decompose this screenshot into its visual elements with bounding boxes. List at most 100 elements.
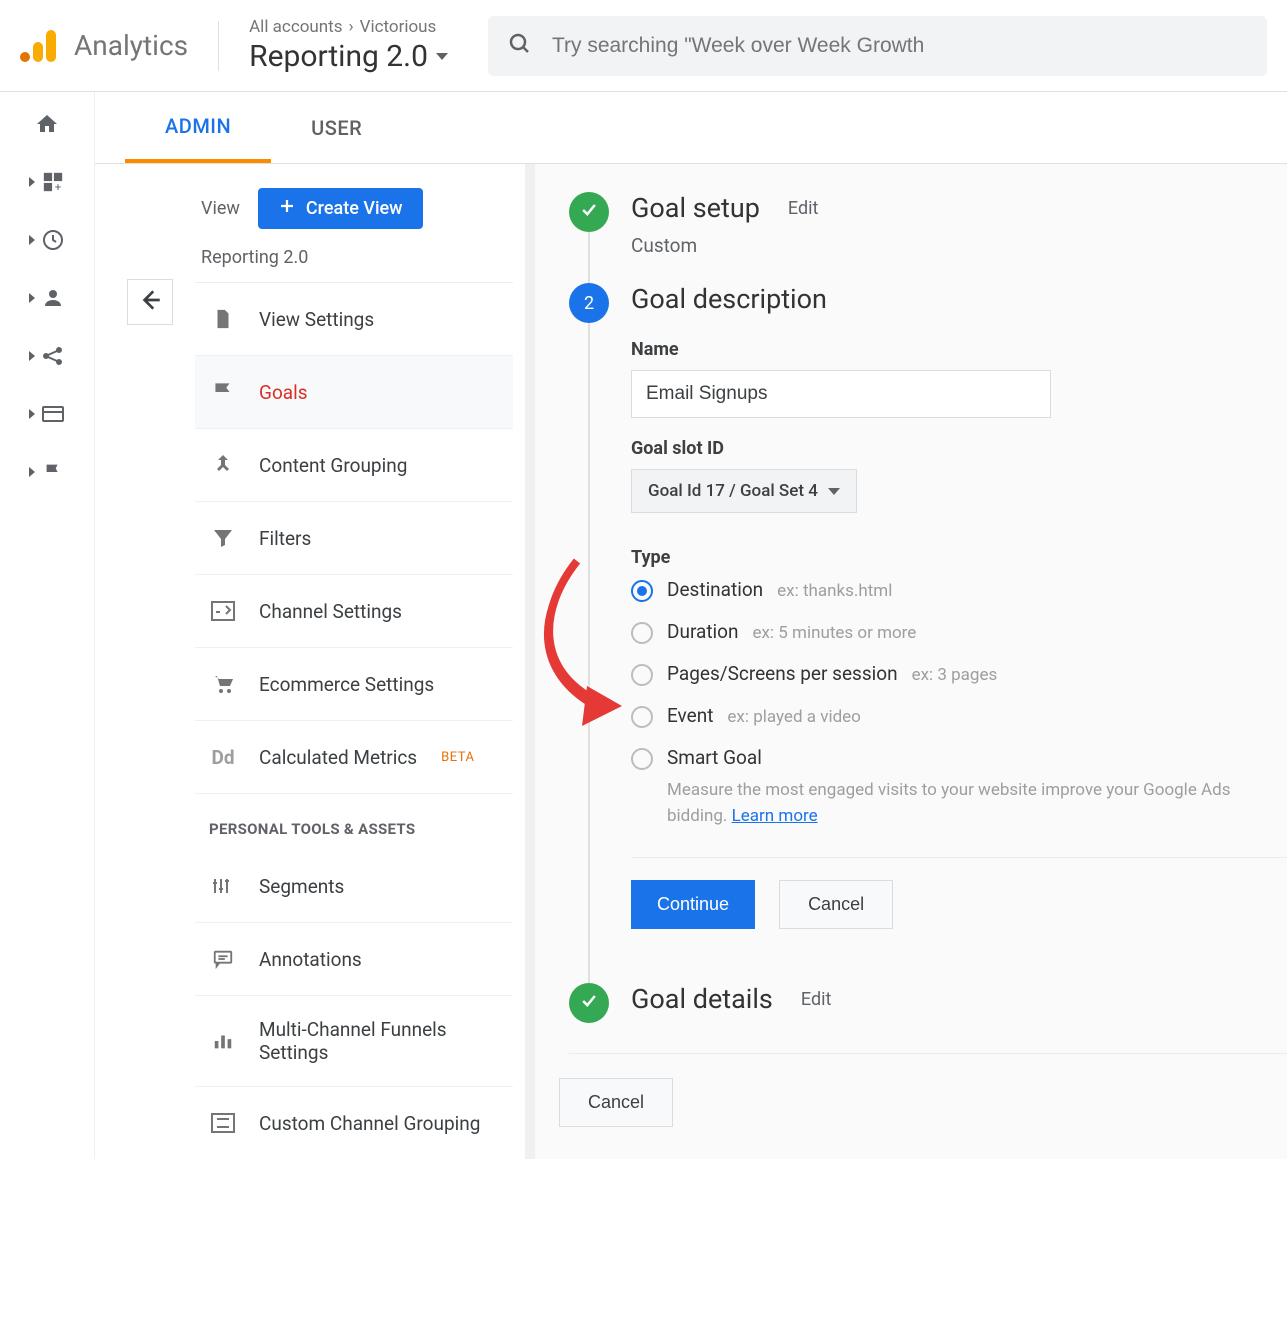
- name-field-label: Name: [631, 339, 1287, 360]
- breadcrumb-child: Victorious: [360, 17, 437, 37]
- menu-segments[interactable]: Segments: [195, 850, 513, 923]
- nav-audience[interactable]: [0, 286, 94, 310]
- chevron-right-icon: ›: [349, 17, 354, 37]
- menu-label: Annotations: [259, 948, 362, 971]
- search-bar[interactable]: [488, 16, 1267, 76]
- expand-icon: [29, 235, 35, 245]
- breadcrumb: All accounts › Victorious: [249, 17, 448, 37]
- menu-label: Filters: [259, 527, 311, 550]
- header-divider: [218, 21, 219, 71]
- radio-label: Event: [667, 704, 713, 727]
- segments-icon: [209, 872, 237, 900]
- step1-edit-link[interactable]: Edit: [788, 198, 818, 219]
- comment-icon: [209, 945, 237, 973]
- nav-realtime[interactable]: [0, 228, 94, 252]
- radio-icon: [631, 748, 653, 770]
- view-title: Reporting 2.0: [249, 39, 428, 74]
- step-goal-details: Goal details Edit: [569, 983, 1287, 1023]
- type-smart-goal[interactable]: Smart Goal: [631, 746, 1287, 770]
- menu-filters[interactable]: Filters: [195, 502, 513, 575]
- expand-icon: [29, 351, 35, 361]
- analytics-logo-icon: [20, 26, 60, 66]
- logo-block: Analytics: [20, 26, 188, 66]
- menu-custom-channel-grouping[interactable]: Custom Channel Grouping: [195, 1087, 513, 1159]
- type-event[interactable]: Event ex: played a video: [631, 704, 1287, 728]
- expand-icon: [29, 293, 35, 303]
- goal-name-input[interactable]: [631, 370, 1051, 418]
- view-settings-column: View Create View Reporting 2.0 View Sett…: [95, 164, 535, 1159]
- account-selector[interactable]: All accounts › Victorious Reporting 2.0: [249, 17, 448, 74]
- cart-icon: [209, 670, 237, 698]
- menu-channel-settings[interactable]: Channel Settings: [195, 575, 513, 648]
- goal-slot-select[interactable]: Goal Id 17 / Goal Set 4: [631, 469, 857, 513]
- flag-icon: [41, 460, 65, 484]
- learn-more-link[interactable]: Learn more: [732, 806, 818, 826]
- nav-conversions[interactable]: [0, 460, 94, 484]
- type-duration[interactable]: Duration ex: 5 minutes or more: [631, 620, 1287, 644]
- annotation-arrow: [527, 551, 637, 735]
- menu-annotations[interactable]: Annotations: [195, 923, 513, 996]
- funnel-icon: [209, 524, 237, 552]
- tab-admin[interactable]: ADMIN: [125, 92, 271, 163]
- smart-goal-description: Measure the most engaged visits to your …: [667, 778, 1287, 829]
- menu-label: Channel Settings: [259, 600, 402, 623]
- type-pages[interactable]: Pages/Screens per session ex: 3 pages: [631, 662, 1287, 686]
- step1-subtitle: Custom: [631, 234, 818, 257]
- dashboard-icon: +: [41, 170, 65, 194]
- menu-label: Custom Channel Grouping: [259, 1112, 480, 1135]
- cancel-step-button[interactable]: Cancel: [779, 880, 893, 929]
- continue-button[interactable]: Continue: [631, 880, 755, 929]
- share-icon: [41, 344, 65, 368]
- home-icon: [35, 112, 59, 136]
- dd-icon: Dd: [209, 743, 237, 771]
- radio-icon: [631, 664, 653, 686]
- menu-label: View Settings: [259, 308, 374, 331]
- nav-behavior[interactable]: [0, 402, 94, 426]
- menu-calculated-metrics[interactable]: Dd Calculated Metrics BETA: [195, 721, 513, 794]
- cancel-button[interactable]: Cancel: [559, 1078, 673, 1127]
- left-nav-rail: +: [0, 92, 95, 1159]
- breadcrumb-parent: All accounts: [249, 17, 342, 37]
- menu-label: Multi-Channel Funnels Settings: [259, 1018, 479, 1064]
- tab-user[interactable]: USER: [271, 92, 402, 163]
- menu-label: Ecommerce Settings: [259, 673, 434, 696]
- back-button[interactable]: [127, 279, 173, 325]
- search-input[interactable]: [552, 34, 1247, 58]
- expand-icon: [29, 409, 35, 419]
- radio-hint: ex: 3 pages: [912, 665, 998, 685]
- radio-icon: [631, 580, 653, 602]
- menu-label: Goals: [259, 381, 308, 404]
- menu-label: Calculated Metrics: [259, 746, 417, 769]
- menu-mcf-settings[interactable]: Multi-Channel Funnels Settings: [195, 996, 513, 1087]
- channel-grouping-icon: [209, 1109, 237, 1137]
- step-done-badge: [569, 192, 609, 232]
- create-view-button[interactable]: Create View: [258, 188, 423, 229]
- step-goal-description: 2 Goal description Name Goal slot ID Goa…: [569, 283, 1287, 977]
- nav-acquisition[interactable]: [0, 344, 94, 368]
- step3-title: Goal details: [631, 983, 773, 1015]
- menu-goals[interactable]: Goals: [195, 356, 513, 429]
- expand-icon: [29, 177, 35, 187]
- menu-view-settings[interactable]: View Settings: [195, 283, 513, 356]
- type-destination[interactable]: Destination ex: thanks.html: [631, 578, 1287, 602]
- step3-edit-link[interactable]: Edit: [801, 989, 831, 1010]
- channel-icon: [209, 597, 237, 625]
- clock-icon: [41, 228, 65, 252]
- slot-field-label: Goal slot ID: [631, 438, 1287, 459]
- card-icon: [41, 402, 65, 426]
- step-goal-setup: Goal setup Edit Custom: [569, 192, 1287, 257]
- nav-home[interactable]: [0, 112, 94, 136]
- goal-slot-value: Goal Id 17 / Goal Set 4: [648, 481, 818, 501]
- menu-ecommerce-settings[interactable]: Ecommerce Settings: [195, 648, 513, 721]
- section-personal-tools: PERSONAL TOOLS & ASSETS: [195, 794, 513, 850]
- divider: [569, 1053, 1287, 1054]
- nav-customization[interactable]: +: [0, 170, 94, 194]
- app-header: Analytics All accounts › Victorious Repo…: [0, 0, 1287, 92]
- menu-content-grouping[interactable]: Content Grouping: [195, 429, 513, 502]
- menu-label: Content Grouping: [259, 454, 407, 477]
- divider: [631, 857, 1287, 858]
- admin-tabs: ADMIN USER: [95, 92, 1287, 164]
- bar-chart-icon: [209, 1027, 237, 1055]
- current-view-label: Reporting 2.0: [195, 247, 513, 283]
- flag-icon: [209, 378, 237, 406]
